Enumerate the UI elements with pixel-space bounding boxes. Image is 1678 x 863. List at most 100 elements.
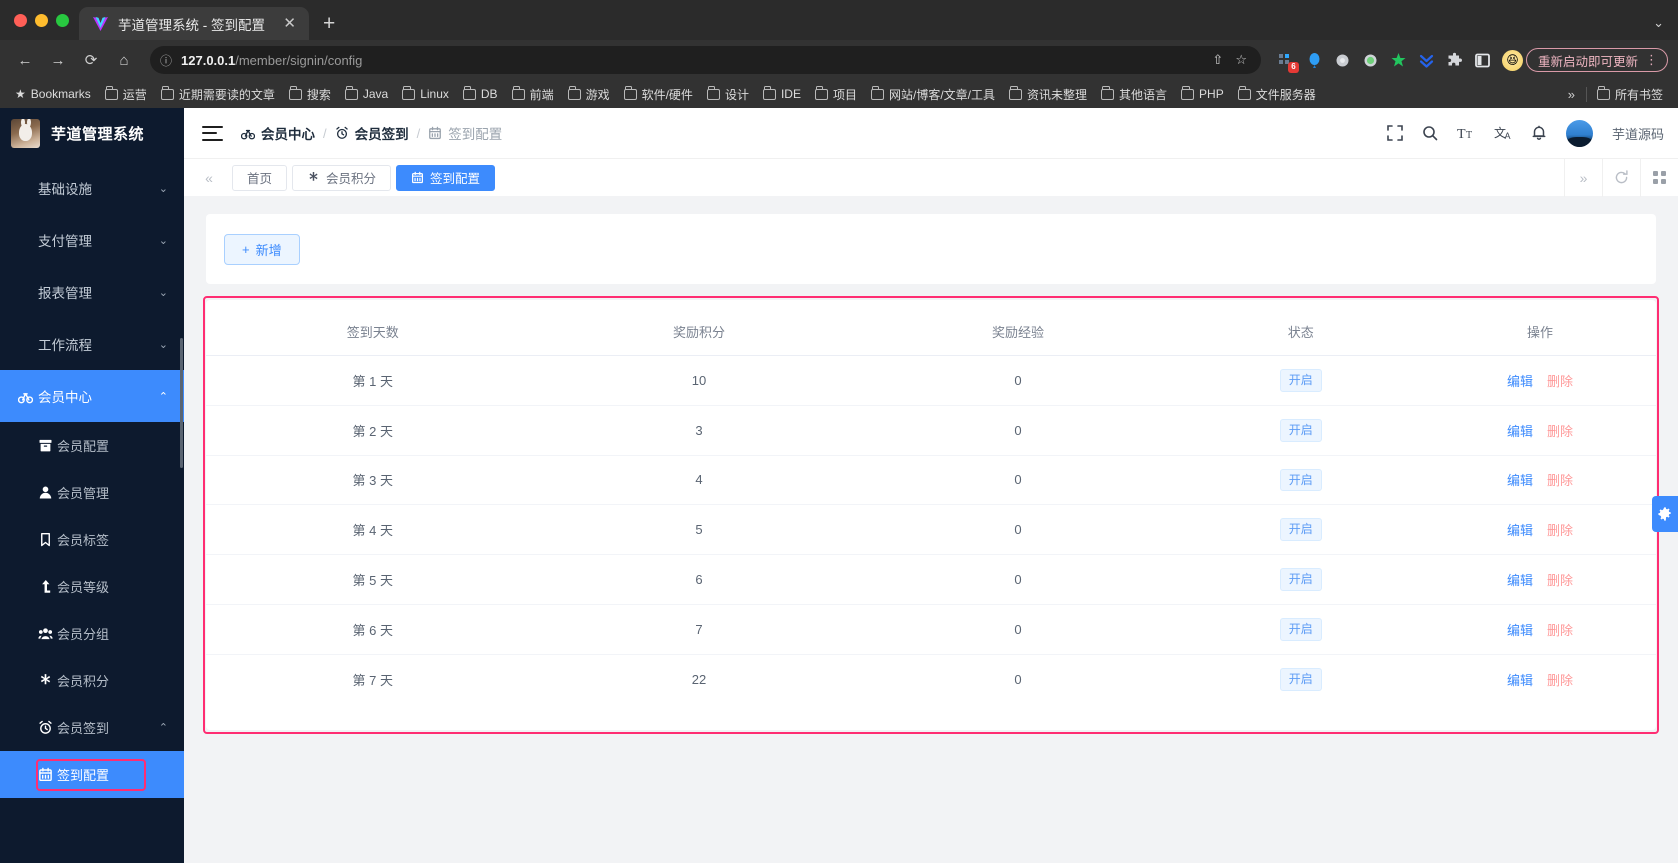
- sidebar-item-会员等级[interactable]: 会员等级: [0, 563, 184, 610]
- refresh-icon[interactable]: [1602, 158, 1640, 197]
- sidebar-scrollbar[interactable]: [180, 338, 183, 468]
- share-icon[interactable]: ⇧: [1212, 52, 1223, 68]
- home-button[interactable]: ⌂: [109, 45, 139, 75]
- tabs-scroll-right-button[interactable]: »: [1564, 158, 1602, 197]
- bookmark-item[interactable]: IDE: [756, 84, 808, 104]
- delete-link[interactable]: 删除: [1547, 573, 1573, 588]
- browser-tab[interactable]: 芋道管理系统 - 签到配置 ✕: [79, 7, 309, 40]
- chevron-down-icon[interactable]: ⌄: [1653, 15, 1664, 31]
- close-tab-button[interactable]: ✕: [280, 16, 299, 31]
- breadcrumb-item[interactable]: 会员签到: [335, 123, 409, 143]
- puzzle-piece-extension-icon[interactable]: [1446, 52, 1463, 69]
- bookmark-item[interactable]: 资讯未整理: [1002, 83, 1094, 106]
- breadcrumb: 会员中心 / 会员签到 / 签到配置: [241, 123, 502, 143]
- minimize-window-button[interactable]: [35, 13, 48, 27]
- folder-icon: [462, 86, 476, 100]
- tabs-scroll-left-button[interactable]: «: [190, 159, 228, 197]
- edit-link[interactable]: 编辑: [1507, 424, 1533, 439]
- sidebar-item-会员管理[interactable]: 会员管理: [0, 469, 184, 516]
- delete-link[interactable]: 删除: [1547, 374, 1573, 389]
- sidebar-logo[interactable]: 芋道管理系统: [0, 108, 184, 158]
- bookmark-item[interactable]: 其他语言: [1094, 83, 1174, 106]
- new-tab-button[interactable]: +: [309, 13, 349, 40]
- back-button[interactable]: ←: [10, 45, 40, 75]
- fullscreen-icon[interactable]: [1387, 125, 1403, 141]
- balloon-extension-icon[interactable]: [1306, 52, 1323, 69]
- maximize-window-button[interactable]: [56, 13, 69, 27]
- edit-link[interactable]: 编辑: [1507, 573, 1533, 588]
- breadcrumb-item[interactable]: 会员中心: [241, 123, 315, 143]
- sidebar-item-签到配置[interactable]: 签到配置: [0, 751, 184, 798]
- delete-link[interactable]: 删除: [1547, 473, 1573, 488]
- edit-link[interactable]: 编辑: [1507, 473, 1533, 488]
- bookmark-item[interactable]: PHP: [1174, 84, 1231, 104]
- user-name[interactable]: 芋道源码: [1612, 124, 1664, 143]
- all-bookmarks-button[interactable]: 所有书签: [1590, 83, 1670, 106]
- bookmark-item[interactable]: 近期需要读的文章: [154, 83, 282, 106]
- bookmark-item[interactable]: 前端: [505, 83, 561, 106]
- translate-icon[interactable]: 文 A: [1494, 125, 1512, 141]
- reload-button[interactable]: ⟳: [76, 45, 106, 75]
- sidebar-item-支付管理[interactable]: 支付管理 ⌄: [0, 214, 184, 266]
- side-panel-extension-icon[interactable]: [1474, 52, 1491, 69]
- sidebar-item-会员中心[interactable]: 会员中心 ⌃: [0, 370, 184, 422]
- restart-to-update-button[interactable]: 重新启动即可更新 ⋮: [1525, 48, 1668, 72]
- edit-link[interactable]: 编辑: [1507, 623, 1533, 638]
- bookmark-item[interactable]: ★ Bookmarks: [8, 84, 98, 104]
- site-info-icon[interactable]: ⓘ: [160, 52, 172, 69]
- tasks-extension-icon[interactable]: 6: [1278, 52, 1299, 73]
- menu-toggle-icon[interactable]: [202, 125, 223, 141]
- bookmark-item[interactable]: 设计: [700, 83, 756, 106]
- forward-button[interactable]: →: [43, 45, 73, 75]
- sidebar-item-会员积分[interactable]: 会员积分: [0, 657, 184, 704]
- bookmark-label: PHP: [1199, 87, 1224, 101]
- bell-icon[interactable]: [1531, 125, 1547, 141]
- font-size-icon[interactable]: T T: [1457, 125, 1475, 141]
- double-chevron-down-extension-icon[interactable]: [1418, 52, 1435, 69]
- tab-签到配置[interactable]: 签到配置: [396, 164, 496, 191]
- delete-link[interactable]: 删除: [1547, 424, 1573, 439]
- sidebar-item-会员分组[interactable]: 会员分组: [0, 610, 184, 657]
- tab-首页[interactable]: 首页: [232, 164, 288, 191]
- edit-link[interactable]: 编辑: [1507, 374, 1533, 389]
- bookmarks-overflow-button[interactable]: »: [1560, 87, 1583, 102]
- calendar-icon: [428, 126, 442, 140]
- bookmark-item[interactable]: Java: [338, 84, 395, 104]
- bookmark-item[interactable]: DB: [456, 84, 505, 104]
- table-head: 签到天数 奖励积分 奖励经验 状态 操作: [206, 300, 1656, 356]
- tab-会员积分[interactable]: 会员积分: [292, 164, 392, 191]
- grey-circle-extension-icon[interactable]: [1334, 52, 1351, 69]
- sidebar-item-基础设施[interactable]: 基础设施 ⌄: [0, 162, 184, 214]
- bookmark-item[interactable]: 项目: [808, 83, 864, 106]
- sidebar-item-会员配置[interactable]: 会员配置: [0, 422, 184, 469]
- sidebar-item-会员标签[interactable]: 会员标签: [0, 516, 184, 563]
- avatar[interactable]: [1565, 119, 1593, 147]
- profile-avatar-button[interactable]: 😆: [1501, 49, 1523, 71]
- delete-link[interactable]: 删除: [1547, 523, 1573, 538]
- green-star-extension-icon[interactable]: [1390, 52, 1407, 69]
- settings-drawer-button[interactable]: [1652, 496, 1678, 532]
- bookmark-item[interactable]: 软件/硬件: [617, 83, 700, 106]
- bookmark-item[interactable]: Linux: [395, 84, 456, 104]
- browser-menu-icon[interactable]: ⋮: [1645, 52, 1658, 68]
- search-icon[interactable]: [1422, 125, 1438, 141]
- bookmark-item[interactable]: 运营: [98, 83, 154, 106]
- add-button[interactable]: + 新增: [224, 233, 300, 265]
- sidebar-item-会员签到[interactable]: 会员签到 ⌃: [0, 704, 184, 751]
- bookmark-item[interactable]: 游戏: [561, 83, 617, 106]
- address-bar[interactable]: ⓘ 127.0.0.1/member/signin/config ⇧ ☆: [150, 46, 1261, 74]
- edit-link[interactable]: 编辑: [1507, 673, 1533, 688]
- bookmark-item[interactable]: 搜索: [282, 83, 338, 106]
- close-window-button[interactable]: [14, 13, 27, 27]
- bookmark-item[interactable]: 文件服务器: [1231, 83, 1323, 106]
- sidebar-item-报表管理[interactable]: 报表管理 ⌄: [0, 266, 184, 318]
- delete-link[interactable]: 删除: [1547, 623, 1573, 638]
- bookmark-item[interactable]: 网站/博客/文章/工具: [864, 83, 1002, 106]
- sidebar-item-工作流程[interactable]: 工作流程 ⌄: [0, 318, 184, 370]
- green-circle-extension-icon[interactable]: [1362, 52, 1379, 69]
- grid-icon[interactable]: [1640, 158, 1678, 197]
- bookmark-star-icon[interactable]: ☆: [1235, 52, 1247, 68]
- breadcrumb-item[interactable]: 签到配置: [428, 123, 502, 143]
- edit-link[interactable]: 编辑: [1507, 523, 1533, 538]
- delete-link[interactable]: 删除: [1547, 673, 1573, 688]
